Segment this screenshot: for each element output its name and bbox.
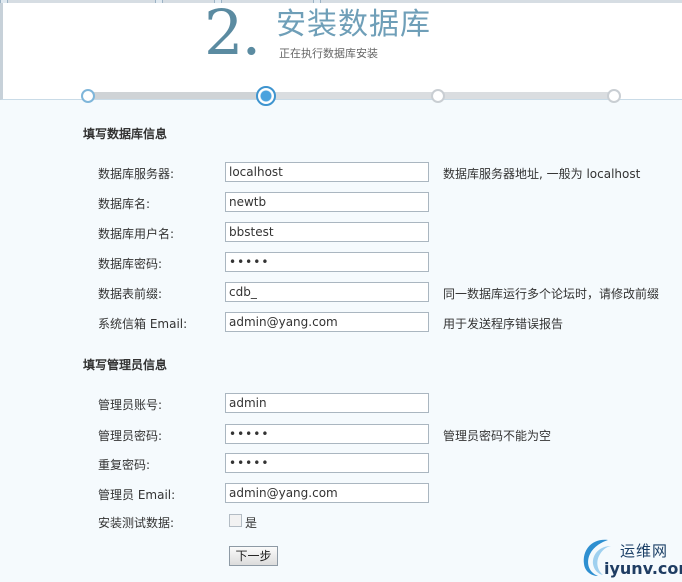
repeat-password-label: 重复密码:: [98, 458, 151, 472]
db-password-label: 数据库密码:: [98, 257, 163, 271]
system-email-hint: 用于发送程序错误报告: [443, 317, 564, 331]
progress-step-4: [607, 89, 621, 103]
repeat-password-input[interactable]: [225, 453, 429, 473]
progress-fill: [88, 92, 264, 99]
progress-bar: [88, 92, 614, 99]
test-data-checkbox[interactable]: [229, 514, 242, 527]
admin-email-input[interactable]: [225, 483, 429, 503]
admin-account-label: 管理员账号:: [98, 398, 163, 412]
db-user-input[interactable]: [225, 222, 429, 242]
admin-account-input[interactable]: [225, 393, 429, 413]
progress-step-1: [81, 89, 95, 103]
admin-email-label: 管理员 Email:: [98, 488, 176, 502]
db-server-hint: 数据库服务器地址, 一般为 localhost: [443, 167, 641, 181]
progress-step-2-current: [256, 86, 276, 106]
next-step-button[interactable]: 下一步: [229, 546, 278, 566]
db-name-input[interactable]: [225, 192, 429, 212]
test-data-checkbox-label[interactable]: 是: [245, 514, 257, 531]
step-number: 2.: [204, 0, 261, 69]
system-email-label: 系统信箱 Email:: [98, 317, 188, 331]
admin-password-label: 管理员密码:: [98, 429, 163, 443]
page-subtitle: 正在执行数据库安装: [279, 47, 378, 60]
db-name-label: 数据库名:: [98, 197, 151, 211]
db-prefix-input[interactable]: [225, 282, 429, 302]
db-server-input[interactable]: [225, 162, 429, 182]
db-user-label: 数据库用户名:: [98, 227, 175, 241]
db-prefix-label: 数据表前缀:: [98, 287, 163, 301]
admin-password-input[interactable]: [225, 424, 429, 444]
progress-step-3: [431, 89, 445, 103]
db-section-title: 填写数据库信息: [83, 127, 168, 141]
test-data-label: 安装测试数据:: [98, 516, 175, 530]
db-password-input[interactable]: [225, 252, 429, 272]
admin-password-hint: 管理员密码不能为空: [443, 429, 552, 443]
db-prefix-hint: 同一数据库运行多个论坛时，请修改前缀: [443, 287, 660, 301]
db-server-label: 数据库服务器:: [98, 167, 175, 181]
admin-section-title: 填写管理员信息: [83, 358, 168, 372]
system-email-input[interactable]: [225, 312, 429, 332]
watermark-cn: 运维网: [620, 542, 669, 560]
page-title: 安装数据库: [276, 7, 431, 42]
watermark-en: iyunv.com: [604, 559, 682, 578]
watermark: 运维网 iyunv.com: [574, 530, 682, 582]
